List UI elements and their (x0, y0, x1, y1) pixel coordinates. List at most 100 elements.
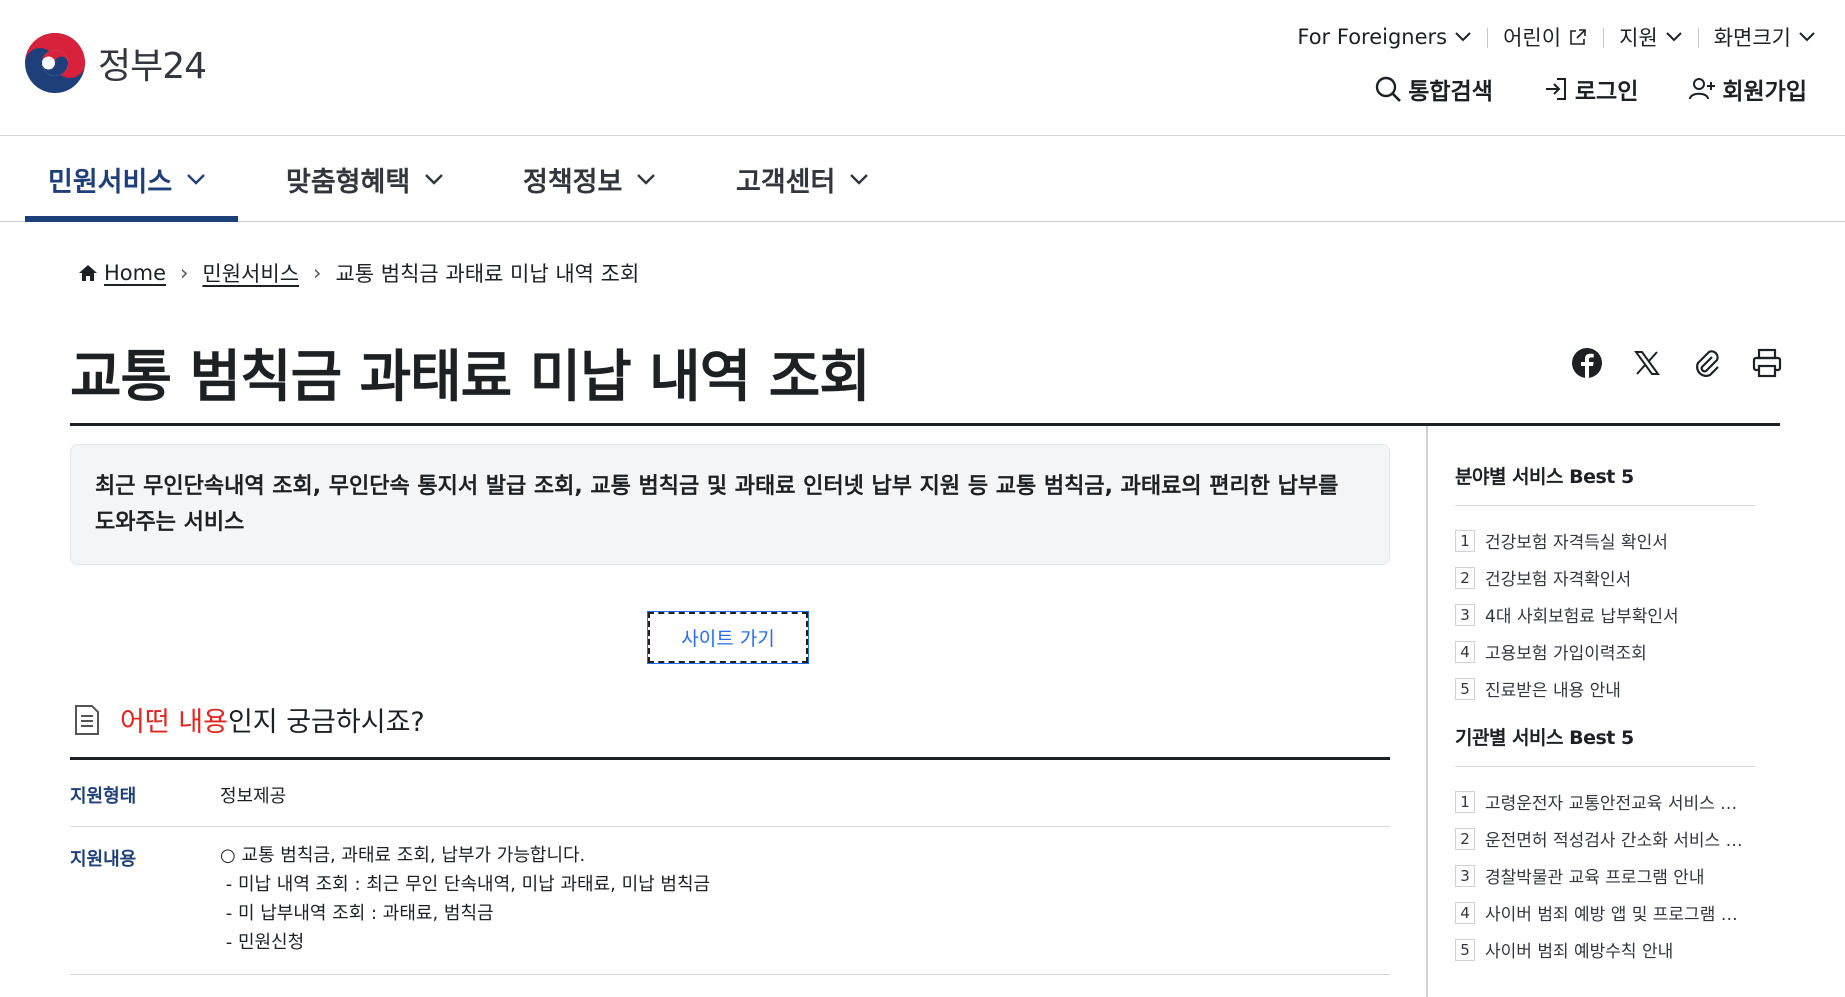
info-row-content: 지원내용 ○ 교통 범칙금, 과태료 조회, 납부가 가능합니다. - 미납 내… (70, 827, 1390, 975)
copy-link-button[interactable] (1689, 345, 1725, 381)
logo-text: 정부24 (98, 46, 207, 87)
site-header: 정부24 For Foreigners 어린이 지원 화면크기 통합검색 로그인 (0, 0, 1845, 136)
page-title: 교통 범칙금 과태료 미납 내역 조회 (70, 345, 871, 410)
content-line: ○ 교통 범칙금, 과태료 조회, 납부가 가능합니다. (220, 845, 586, 866)
section-heading: 어떤 내용 인지 궁금하시죠? (70, 700, 425, 739)
rank-badge: 2 (1455, 566, 1475, 589)
info-label: 지원내용 (70, 849, 137, 870)
nav-label: 맞춤형혜택 (286, 166, 411, 198)
login-label: 로그인 (1574, 79, 1639, 105)
list-item-label: 진료받은 내용 안내 (1485, 681, 1621, 701)
info-label: 지원형태 (70, 786, 137, 807)
chevron-down-icon (187, 174, 206, 185)
paperclip-icon (1696, 350, 1719, 377)
rank-badge: 5 (1455, 677, 1475, 700)
chevron-down-icon (637, 174, 656, 185)
list-item-label: 사이버 범죄 예방수칙 안내 (1485, 942, 1674, 962)
service-summary: 최근 무인단속내역 조회, 무인단속 통지서 발급 조회, 교통 범칙금 및 과… (70, 444, 1390, 565)
content-line: - 민원신청 (220, 932, 305, 953)
nav-policy-info[interactable]: 정책정보 (523, 136, 656, 222)
info-value: 정보제공 (220, 786, 287, 807)
breadcrumb: Home › 민원서비스 › 교통 범칙금 과태료 미납 내역 조회 (78, 258, 639, 288)
list-item-label: 경찰박물관 교육 프로그램 안내 (1485, 868, 1705, 888)
content-line: - 미 납부내역 조회 : 과태료, 범칙금 (220, 903, 494, 924)
search-icon (1376, 76, 1402, 102)
rank-badge: 3 (1455, 603, 1475, 626)
chevron-down-icon (850, 174, 869, 185)
chevron-right-icon: › (313, 261, 322, 285)
facebook-share-button[interactable] (1569, 345, 1605, 381)
visit-site-button[interactable]: 사이트 가기 (647, 611, 809, 664)
sidebar-heading: 기관별 서비스 Best 5 (1455, 723, 1755, 767)
rank-badge: 4 (1455, 640, 1475, 663)
util-label: 지원 (1619, 26, 1658, 50)
rank-badge: 1 (1455, 529, 1475, 552)
search-button[interactable]: 통합검색 (1374, 72, 1493, 106)
facebook-icon (1572, 348, 1602, 378)
list-item-label: 사이버 범죄 예방 앱 및 프로그램 안내 (1485, 905, 1745, 925)
list-item[interactable]: 1 건강보험 자격득실 확인서 (1455, 522, 1755, 559)
list-item-label: 건강보험 자격득실 확인서 (1485, 533, 1668, 553)
section-heading-highlight: 어떤 내용 (120, 707, 228, 738)
add-user-icon (1689, 78, 1716, 100)
main-nav: 민원서비스 맞춤형혜택 정책정보 고객센터 (0, 136, 1845, 222)
print-button[interactable] (1749, 345, 1785, 381)
field-best5: 분야별 서비스 Best 5 1 건강보험 자격득실 확인서 2 건강보험 자격확인… (1455, 462, 1755, 707)
breadcrumb-home[interactable]: Home (78, 261, 166, 285)
list-item-label: 고령운전자 교통안전교육 서비스 안내 (1485, 794, 1745, 814)
sidebar-heading: 분야별 서비스 Best 5 (1455, 462, 1755, 506)
nav-label: 정책정보 (523, 166, 623, 198)
active-nav-indicator (25, 216, 238, 222)
util-for-foreigners[interactable]: For Foreigners (1281, 25, 1487, 49)
rank-badge: 3 (1455, 864, 1475, 887)
list-item[interactable]: 5 사이버 범죄 예방수칙 안내 (1455, 931, 1755, 968)
list-item-label: 운전면허 적성검사 간소화 서비스 안내 (1485, 831, 1745, 851)
chevron-right-icon: › (180, 261, 189, 285)
external-link-icon (1570, 29, 1586, 45)
gov24-logo[interactable]: 정부24 (24, 32, 207, 94)
content-line: - 미납 내역 조회 : 최근 무인 단속내역, 미납 과태료, 미납 범칙금 (220, 874, 711, 895)
chevron-down-icon (1455, 32, 1471, 42)
nav-custom-benefits[interactable]: 맞춤형혜택 (286, 136, 444, 222)
nav-customer-center[interactable]: 고객센터 (736, 136, 869, 222)
x-share-button[interactable] (1629, 345, 1665, 381)
list-item[interactable]: 3 경찰박물관 교육 프로그램 안내 (1455, 857, 1755, 894)
list-item[interactable]: 5 진료받은 내용 안내 (1455, 670, 1755, 707)
util-label: 화면크기 (1713, 26, 1791, 50)
list-item[interactable]: 4 사이버 범죄 예방 앱 및 프로그램 안내 (1455, 894, 1755, 931)
list-item[interactable]: 1 고령운전자 교통안전교육 서비스 안내 (1455, 783, 1755, 820)
chevron-down-icon (1666, 32, 1682, 42)
util-support[interactable]: 지원 (1603, 22, 1698, 52)
util-label: 어린이 (1503, 26, 1562, 50)
login-button[interactable]: 로그인 (1543, 72, 1638, 106)
util-screen-size[interactable]: 화면크기 (1697, 22, 1815, 52)
chevron-down-icon (425, 174, 444, 185)
list-item[interactable]: 2 건강보험 자격확인서 (1455, 559, 1755, 596)
document-icon (75, 704, 99, 735)
list-item-label: 건강보험 자격확인서 (1485, 570, 1632, 590)
util-kids[interactable]: 어린이 (1487, 22, 1603, 52)
breadcrumb-level1[interactable]: 민원서비스 (202, 258, 299, 288)
list-item[interactable]: 2 운전면허 적성검사 간소화 서비스 안내 (1455, 820, 1755, 857)
org-best5: 기관별 서비스 Best 5 1 고령운전자 교통안전교육 서비스 안내 2 운전면… (1455, 723, 1755, 968)
list-item[interactable]: 3 4대 사회보험료 납부확인서 (1455, 596, 1755, 633)
join-button[interactable]: 회원가입 (1688, 72, 1807, 106)
breadcrumb-current: 교통 범칙금 과태료 미납 내역 조회 (335, 262, 640, 286)
util-label: For Foreigners (1297, 25, 1448, 49)
join-label: 회원가입 (1722, 79, 1807, 105)
nav-label: 고객센터 (736, 166, 836, 198)
taegeuk-icon (25, 33, 85, 93)
breadcrumb-home-label: Home (104, 261, 167, 285)
rank-badge: 4 (1455, 901, 1475, 924)
rank-badge: 1 (1455, 790, 1475, 813)
section-heading-rest: 인지 궁금하시죠? (227, 707, 425, 738)
search-label: 통합검색 (1408, 79, 1493, 105)
nav-civil-service[interactable]: 민원서비스 (48, 136, 206, 222)
print-icon (1752, 348, 1782, 378)
login-icon (1545, 78, 1566, 100)
list-item[interactable]: 4 고용보험 가입이력조회 (1455, 633, 1755, 670)
chevron-down-icon (1799, 32, 1815, 42)
title-divider (70, 423, 1780, 426)
sidebar-divider (1426, 426, 1428, 997)
home-icon (79, 265, 97, 281)
